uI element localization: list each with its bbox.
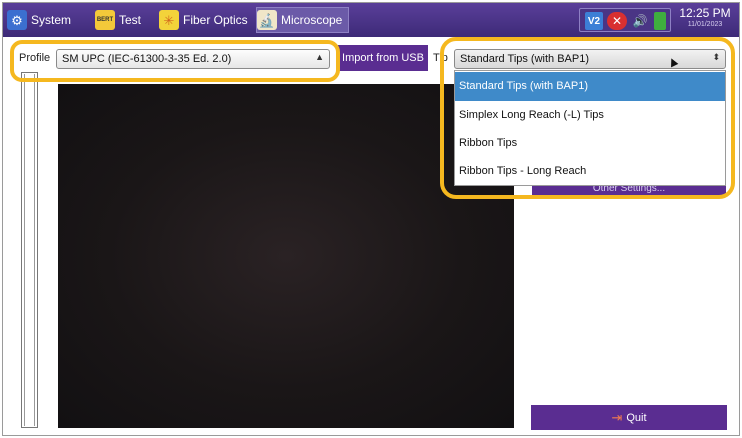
tip-label: Tip xyxy=(433,52,448,64)
profile-select-value: SM UPC (IEC-61300-3-35 Ed. 2.0) xyxy=(62,53,232,65)
microscope-image-view[interactable] xyxy=(58,84,514,428)
tip-option-simplex-long-reach[interactable]: Simplex Long Reach (-L) Tips xyxy=(455,101,725,130)
tip-option-ribbon[interactable]: Ribbon Tips xyxy=(455,129,725,158)
left-strip-track xyxy=(24,74,35,426)
select-arrows-icon: ▲ xyxy=(315,52,324,62)
profile-label: Profile xyxy=(19,52,51,64)
battery-icon xyxy=(654,12,666,30)
laser-icon: ✳ xyxy=(159,10,179,30)
tab-test[interactable]: BERT Test xyxy=(95,7,141,33)
tip-option-standard[interactable]: Standard Tips (with BAP1) xyxy=(455,72,725,101)
tab-fiber-optics[interactable]: ✳ Fiber Optics xyxy=(159,7,248,33)
exit-icon: ⇥ xyxy=(611,409,623,425)
tab-microscope[interactable]: 🔬 Microscope xyxy=(256,7,350,33)
clock: 12:25 PM 11/01/2023 xyxy=(679,6,731,28)
tip-dropdown-list: Standard Tips (with BAP1) Simplex Long R… xyxy=(454,70,726,186)
tab-system[interactable]: ⚙ System xyxy=(7,7,71,33)
profile-select[interactable]: SM UPC (IEC-61300-3-35 Ed. 2.0) ▲ xyxy=(56,49,330,69)
microscope-icon: 🔬 xyxy=(257,10,277,30)
tip-select[interactable]: Standard Tips (with BAP1) ⬍ xyxy=(454,49,726,69)
bert-icon: BERT xyxy=(95,10,115,30)
import-from-usb-button[interactable]: Import from USB xyxy=(338,45,428,71)
tip-select-value: Standard Tips (with BAP1) xyxy=(460,53,590,65)
quit-button[interactable]: ⇥ Quit xyxy=(531,405,727,430)
v2-icon[interactable]: V2 xyxy=(585,12,603,30)
tip-option-ribbon-long-reach[interactable]: Ribbon Tips - Long Reach xyxy=(455,157,725,186)
gear-icon: ⚙ xyxy=(7,10,27,30)
close-icon[interactable]: ✕ xyxy=(607,12,627,30)
select-arrows-icon: ⬍ xyxy=(712,52,720,62)
speaker-icon[interactable]: 🔊 xyxy=(630,12,650,30)
